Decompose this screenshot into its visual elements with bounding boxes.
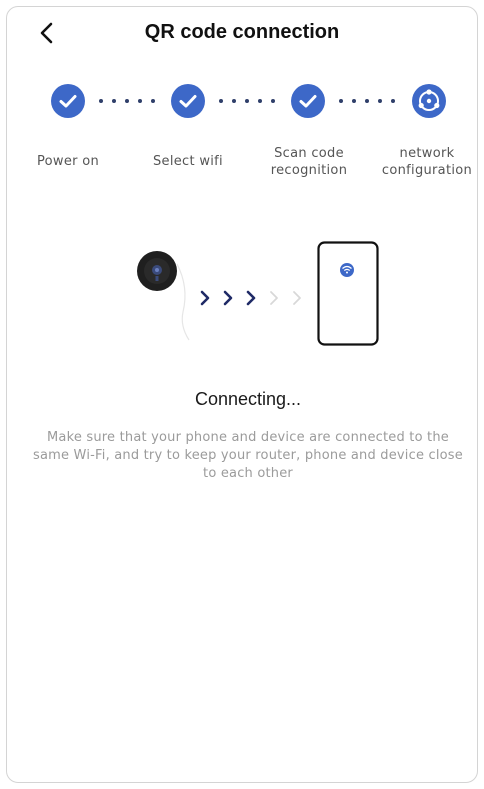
step-connector-dot	[219, 99, 223, 103]
step-connector-dot	[339, 99, 343, 103]
wifi-icon	[340, 263, 354, 277]
chevrons-right-icon	[200, 290, 301, 306]
page-title: QR code connection	[144, 21, 340, 43]
step-2-check-icon	[171, 84, 205, 118]
connection-hint: Make sure that your phone and device are…	[33, 430, 463, 481]
step-connector-dot	[99, 99, 103, 103]
step-connector-dot	[138, 99, 142, 103]
step-connector-dot	[232, 99, 236, 103]
step-label-scan-code: Scan code recognition	[270, 146, 348, 178]
step-connector-dot	[378, 99, 382, 103]
step-connector-dot	[258, 99, 262, 103]
step-connector-dot	[151, 99, 155, 103]
step-label-network-config: network configuration	[381, 146, 473, 178]
step-connector-dot	[112, 99, 116, 103]
step-3-check-icon	[291, 84, 325, 118]
step-label-power-on: Power on	[36, 154, 100, 169]
step-connector-dot	[352, 99, 356, 103]
network-config-icon	[412, 84, 446, 118]
step-1-check-icon	[51, 84, 85, 118]
step-label-select-wifi: Select wifi	[153, 154, 223, 169]
camera-device-icon	[136, 250, 178, 292]
step-connector-dot	[245, 99, 249, 103]
step-connector-dot	[125, 99, 129, 103]
step-connector-dot	[271, 99, 275, 103]
smartphone-icon	[317, 241, 379, 346]
step-connector-dot	[391, 99, 395, 103]
connecting-status: Connecting...	[194, 389, 302, 409]
step-connector-dot	[365, 99, 369, 103]
